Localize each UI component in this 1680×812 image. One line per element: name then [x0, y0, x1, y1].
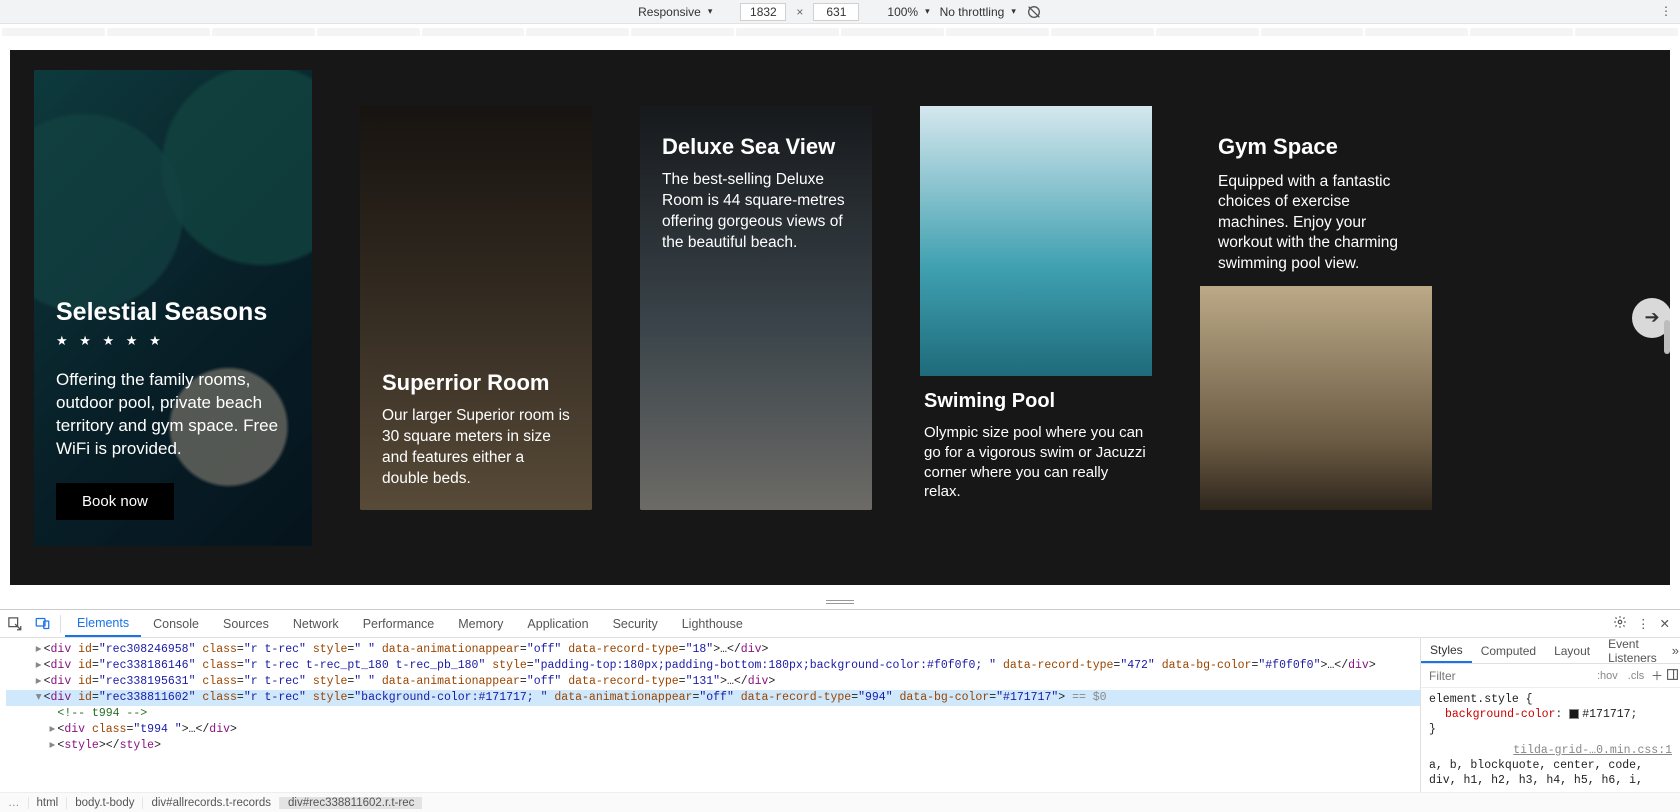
crumb-item[interactable]: html: [28, 797, 67, 809]
hero-title: Selestial Seasons: [56, 298, 290, 327]
tab-performance[interactable]: Performance: [351, 610, 447, 637]
throttling-select[interactable]: No throttling: [940, 5, 1016, 19]
hov-toggle[interactable]: :hov: [1592, 670, 1623, 682]
computed-tab[interactable]: Computed: [1472, 638, 1545, 663]
rotate-icon[interactable]: [1026, 4, 1042, 20]
devtools-close-icon[interactable]: ✕: [1660, 616, 1670, 631]
elements-breadcrumb[interactable]: … html body.t-body div#allrecords.t-reco…: [0, 792, 1680, 812]
devtools-menu-icon[interactable]: ⋮: [1637, 616, 1650, 631]
device-toolbar-menu-icon[interactable]: ⋮: [1660, 4, 1672, 18]
styles-filter-input[interactable]: [1421, 669, 1592, 683]
viewport-height-input[interactable]: 631: [813, 3, 859, 21]
device-toggle-icon[interactable]: [28, 616, 56, 631]
viewport-width-input[interactable]: 1832: [740, 3, 786, 21]
settings-icon[interactable]: [1613, 615, 1627, 632]
dimension-separator: ×: [796, 5, 803, 19]
card-desc: The best-selling Deluxe Room is 44 squar…: [662, 170, 850, 254]
styles-rules[interactable]: element.style { background-color: #17171…: [1421, 688, 1680, 792]
browser-tab-strip: [0, 24, 1680, 40]
viewport-scrollbar[interactable]: [1664, 120, 1670, 565]
card-title: Deluxe Sea View: [662, 134, 850, 160]
card-desc: Equipped with a fantastic choices of exe…: [1218, 172, 1414, 274]
stylesheet-source-link[interactable]: tilda-grid-…0.min.css:1: [1513, 743, 1672, 758]
book-now-button[interactable]: Book now: [56, 483, 174, 520]
rendered-viewport: Selestial Seasons ★ ★ ★ ★ ★ Offering the…: [0, 40, 1680, 595]
deluxe-card[interactable]: Deluxe Sea View The best-selling Deluxe …: [640, 106, 872, 510]
pool-card[interactable]: Swiming Pool Olympic size pool where you…: [920, 106, 1152, 510]
chevron-right-icon: ➔: [1644, 307, 1659, 328]
tab-network[interactable]: Network: [281, 610, 351, 637]
devtools: Elements Console Sources Network Perform…: [0, 609, 1680, 812]
inspect-icon[interactable]: [0, 616, 28, 631]
hero-card: Selestial Seasons ★ ★ ★ ★ ★ Offering the…: [34, 70, 312, 546]
styles-tabs-more-icon[interactable]: »: [1666, 643, 1680, 658]
tab-memory[interactable]: Memory: [446, 610, 515, 637]
crumb-item[interactable]: div#allrecords.t-records: [142, 797, 279, 809]
card-title: Gym Space: [1218, 134, 1414, 160]
card-desc: Our larger Superior room is 30 square me…: [382, 406, 570, 490]
gym-image: [1200, 286, 1432, 510]
tab-security[interactable]: Security: [601, 610, 670, 637]
hero-desc: Offering the family rooms, outdoor pool,…: [56, 369, 290, 461]
elements-dom-tree[interactable]: ▸<div id="rec308246958" class="r t-rec" …: [0, 638, 1420, 792]
hero-stars: ★ ★ ★ ★ ★: [56, 333, 290, 349]
tab-console[interactable]: Console: [141, 610, 211, 637]
devtools-drag-handle[interactable]: [0, 595, 1680, 609]
card-title: Superrior Room: [382, 370, 570, 396]
card-desc: Olympic size pool where you can go for a…: [924, 423, 1148, 502]
layout-tab[interactable]: Layout: [1545, 638, 1599, 663]
crumb-item[interactable]: div#rec338811602.r.t-rec: [279, 797, 422, 809]
tab-elements[interactable]: Elements: [65, 610, 141, 637]
device-toolbar: Responsive 1832 × 631 100% No throttling…: [0, 0, 1680, 24]
device-mode-select[interactable]: Responsive: [638, 5, 712, 19]
superior-room-card[interactable]: Superrior Room Our larger Superior room …: [360, 106, 592, 510]
gym-card[interactable]: Gym Space Equipped with a fantastic choi…: [1200, 106, 1432, 510]
devtools-tabbar: Elements Console Sources Network Perform…: [0, 610, 1680, 638]
crumb-item[interactable]: body.t-body: [66, 797, 142, 809]
event-listeners-tab[interactable]: Event Listeners: [1599, 638, 1666, 663]
new-rule-icon[interactable]: ＋: [1649, 667, 1664, 684]
zoom-select[interactable]: 100%: [887, 5, 929, 19]
tab-sources[interactable]: Sources: [211, 610, 281, 637]
styles-sidebar: Styles Computed Layout Event Listeners »…: [1420, 638, 1680, 792]
styles-tab[interactable]: Styles: [1421, 638, 1472, 663]
page-content: Selestial Seasons ★ ★ ★ ★ ★ Offering the…: [10, 50, 1670, 585]
tab-lighthouse[interactable]: Lighthouse: [670, 610, 755, 637]
card-title: Swiming Pool: [924, 390, 1148, 413]
pool-image: [920, 106, 1152, 376]
cls-toggle[interactable]: .cls: [1623, 670, 1650, 682]
computed-panel-toggle-icon[interactable]: [1665, 668, 1680, 684]
tab-application[interactable]: Application: [515, 610, 600, 637]
